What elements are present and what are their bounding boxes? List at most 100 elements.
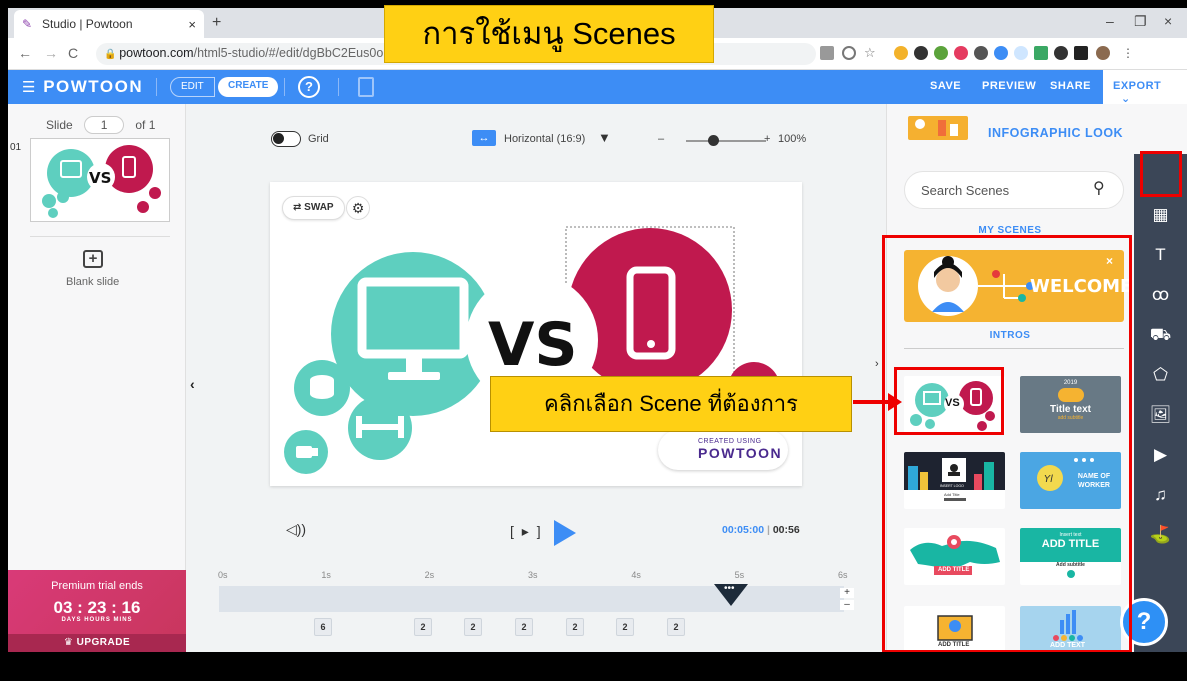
extension-icon[interactable] [974,46,988,60]
shapes-icon[interactable]: ⬠ [1134,358,1187,392]
arrow-line [853,400,891,404]
timeline-zoom-in[interactable]: + [840,588,854,598]
look-thumbnail[interactable] [908,116,968,140]
create-mode-button[interactable]: CREATE [218,77,279,97]
caret-down-icon[interactable]: ▼ [598,130,611,145]
timeline-tick-label: 6s [838,570,848,580]
forward-button[interactable]: → [44,45,58,61]
browser-menu-icon[interactable]: ⋮ [1122,46,1134,60]
browser-tab[interactable]: ✎ Studio | Powtoon × [14,10,204,38]
puzzle-icon[interactable] [1074,46,1088,60]
tab-close-icon[interactable]: × [188,17,196,32]
extension-icon[interactable] [1014,46,1028,60]
specials-icon[interactable]: ⛳ [1134,518,1187,552]
slide-canvas[interactable]: VS ⇄ SWAP ⚙ CREATED USING POWTOON [270,182,802,486]
background-icon[interactable]: ▦ [1134,198,1187,232]
extension-icon[interactable] [894,46,908,60]
preview-button[interactable]: PREVIEW [982,80,1036,92]
extension-icon[interactable] [934,46,948,60]
annotation-box-selected-scene [894,367,1004,435]
url-domain: powtoon.com [119,46,194,60]
app-window: ✎ Studio | Powtoon × + – ❐ × ← → C 🔒 pow… [8,8,1187,652]
reload-button[interactable]: C [68,45,78,61]
scene-duration-marker[interactable]: 2 [667,618,685,636]
translate-icon[interactable] [820,46,834,60]
upgrade-button[interactable]: ♛ UPGRADE [8,634,186,652]
lock-icon: 🔒 [104,49,120,60]
divider [338,78,339,96]
save-button[interactable]: SAVE [930,80,961,92]
volume-icon[interactable]: ◁)) [286,521,306,538]
divider [30,236,170,237]
search-scenes-input[interactable]: Search Scenes [904,171,1124,209]
music-icon[interactable]: ♫ [1134,478,1187,512]
slide-thumbnail[interactable]: VS [30,138,170,222]
infographic-look-art [915,119,958,136]
video-icon[interactable]: ▶ [1134,438,1187,472]
time-separator: | [764,524,773,536]
lesson-title: การใช้เมนู Scenes [384,5,714,63]
swap-button[interactable]: ⇄ SWAP [282,196,345,220]
orientation-icon[interactable]: ↔ [472,130,496,146]
edit-mode-button[interactable]: EDIT [170,77,215,97]
orientation-select[interactable]: Horizontal (16:9) [504,133,585,145]
star-icon[interactable]: ☆ [864,46,878,60]
zoom-value: 100% [778,133,807,145]
search-icon[interactable]: ⚲ [1093,178,1105,198]
timeline-tick-label: 1s [321,570,331,580]
scene-duration-marker[interactable]: 2 [464,618,482,636]
zoom-slider-handle[interactable] [708,135,719,146]
extension-icon[interactable] [994,46,1008,60]
zoom-in-button[interactable]: + [764,133,770,145]
zoom-out-button[interactable]: – [658,133,664,145]
arrow-head-icon [888,393,902,411]
phone-circle [568,228,732,392]
extension-icon[interactable] [1034,46,1048,60]
scene-duration-marker[interactable]: 2 [414,618,432,636]
collapse-right-button[interactable]: › [875,358,879,370]
zoom-icon[interactable] [842,46,856,60]
blank-slide-icon[interactable]: + [83,250,103,268]
help-icon[interactable]: ? [298,76,320,98]
total-time: 00:56 [772,524,800,536]
profile-avatar[interactable] [1096,46,1110,60]
scene-duration-marker[interactable]: 6 [314,618,332,636]
extension-icon[interactable] [954,46,968,60]
scene-duration-marker[interactable]: 2 [515,618,533,636]
zoom-slider-track[interactable] [686,140,766,142]
export-button[interactable]: EXPORT ⌄ [1103,70,1187,105]
props-icon[interactable]: ⛟ [1134,318,1187,352]
countdown-units: DAYS HOURS MINS [61,617,133,623]
letterbox-bottom [0,652,1187,681]
extension-icon[interactable] [914,46,928,60]
text-icon[interactable]: T [1134,238,1187,272]
play-icon[interactable] [554,520,576,546]
maximize-button[interactable]: ❐ [1134,13,1147,30]
timeline-track[interactable] [219,586,844,612]
minimize-button[interactable]: – [1106,13,1114,29]
collapse-left-button[interactable]: ‹ [190,376,195,392]
back-button[interactable]: ← [18,45,32,61]
share-button[interactable]: SHARE [1050,80,1091,92]
close-window-button[interactable]: × [1164,13,1172,29]
blank-slide-label[interactable]: Blank slide [66,276,119,288]
annotation-box-scenes-tab [1140,151,1182,197]
scene-duration-marker[interactable]: 2 [566,618,584,636]
slide-number-input[interactable]: 1 [84,116,125,134]
gear-icon[interactable]: ⚙ [346,196,370,220]
play-scene-button[interactable]: [ ▸ ] [510,523,543,540]
notes-icon[interactable] [358,77,374,97]
look-label[interactable]: INFOGRAPHIC LOOK [988,126,1123,140]
rail-header [1134,104,1187,154]
timeline-tick-label: 4s [631,570,641,580]
grid-label: Grid [308,133,329,145]
timeline-zoom-out[interactable]: – [840,600,854,610]
powtoon-logo[interactable]: ☰ POWTOON [22,77,143,97]
instruction-callout: คลิกเลือก Scene ที่ต้องการ [490,376,852,432]
scene-duration-marker[interactable]: 2 [616,618,634,636]
new-tab-button[interactable]: + [212,14,221,32]
extension-icon[interactable] [1054,46,1068,60]
images-icon[interactable]: 🖼 [1134,398,1187,432]
characters-icon[interactable]: ꝏ [1134,278,1187,312]
grid-toggle[interactable] [271,131,301,147]
